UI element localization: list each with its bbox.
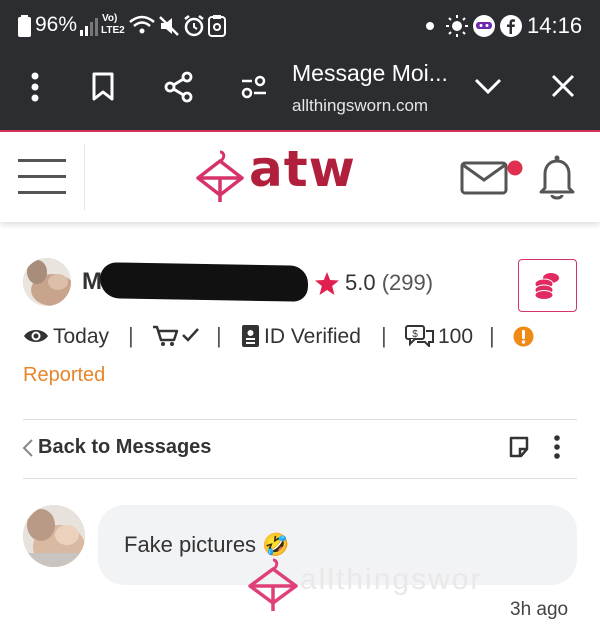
hanger-logo-icon[interactable]: [195, 150, 245, 204]
message-avatar[interactable]: [23, 505, 85, 567]
close-icon[interactable]: [550, 73, 576, 99]
more-options-icon[interactable]: [30, 72, 40, 102]
message-count-icon: $: [405, 325, 434, 347]
hamburger-menu-icon[interactable]: [18, 159, 66, 195]
eye-icon: [24, 330, 48, 342]
chevron-left-icon[interactable]: [22, 438, 34, 458]
messages-icon[interactable]: [460, 160, 526, 196]
browser-toolbar: Message Moi... allthingsworn.com: [0, 52, 600, 132]
seller-name[interactable]: M: [82, 268, 102, 296]
page-info-icon[interactable]: [240, 74, 268, 100]
wifi-icon: [129, 15, 155, 34]
status-bar: 96% Vo) LTE2 14:16: [0, 0, 600, 52]
message-text[interactable]: Fake pictures 🤣: [124, 532, 290, 558]
watermark-text: allthingswor: [300, 563, 483, 596]
site-logo-text[interactable]: atw: [249, 140, 356, 198]
save-indicator-icon: [208, 15, 226, 37]
back-to-messages-link[interactable]: Back to Messages: [38, 436, 211, 459]
avatar[interactable]: [23, 258, 71, 306]
chevron-down-icon[interactable]: [473, 76, 503, 96]
notification-dot-icon: [426, 22, 434, 30]
message-timestamp: 3h ago: [510, 599, 569, 620]
meta-separator: |: [381, 323, 387, 348]
signal-icon: [80, 18, 98, 36]
battery-icon: [18, 15, 31, 37]
rating-value: 5.0 (299): [345, 270, 433, 296]
last-seen: Today: [53, 325, 110, 348]
meta-separator: |: [489, 323, 495, 348]
mute-icon: [159, 16, 179, 36]
section-divider: [23, 478, 577, 479]
coins-icon: [534, 273, 559, 300]
bell-icon[interactable]: [537, 154, 577, 200]
id-verified-status: ID Verified: [264, 325, 361, 348]
meta-separator: |: [216, 323, 222, 348]
redacted-name-mark: [99, 262, 309, 302]
message-count: 100: [438, 325, 474, 348]
laughing-emoji: 🤣: [262, 532, 290, 557]
app-notification-icon: [473, 15, 495, 37]
brightness-icon: [446, 15, 468, 37]
battery-percent: 96%: [35, 13, 78, 36]
facebook-icon: [500, 15, 522, 37]
svg-text:$: $: [412, 329, 418, 340]
section-divider: [23, 419, 577, 420]
message-avatar-image: [23, 505, 85, 567]
send-tip-button[interactable]: [518, 259, 577, 312]
browser-page-title[interactable]: Message Moi...: [292, 60, 448, 87]
note-icon[interactable]: [508, 436, 530, 458]
header-divider: [84, 144, 85, 210]
alarm-icon: [184, 15, 204, 37]
reported-label[interactable]: Reported: [23, 364, 105, 387]
lte-label: LTE2: [101, 25, 125, 36]
id-card-icon: [242, 325, 259, 347]
meta-separator: |: [128, 323, 134, 348]
thread-menu-icon[interactable]: [553, 435, 561, 459]
unread-badge: [507, 160, 523, 176]
message-body: Fake pictures: [124, 532, 257, 557]
rating-count[interactable]: (299): [382, 270, 433, 295]
site-header: atw: [0, 132, 600, 222]
avatar-image: [23, 258, 71, 306]
warning-icon[interactable]: [513, 326, 534, 347]
clock: 14:16: [527, 13, 583, 38]
bookmark-icon[interactable]: [91, 72, 115, 102]
rating-score: 5.0: [345, 270, 376, 295]
share-icon[interactable]: [163, 71, 195, 103]
star-icon: [315, 272, 339, 295]
browser-url[interactable]: allthingsworn.com: [292, 96, 428, 116]
watermark-hanger-icon: [248, 558, 298, 611]
cart-check-icon: [153, 325, 199, 346]
volte-label: Vo): [102, 13, 118, 24]
